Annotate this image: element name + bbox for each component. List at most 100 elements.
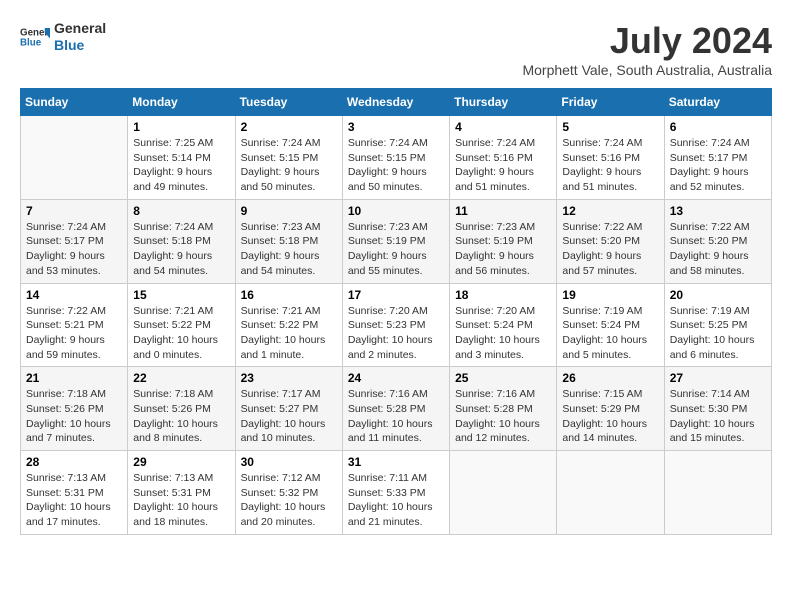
weekday-header: Tuesday [235,89,342,116]
location-subtitle: Morphett Vale, South Australia, Australi… [522,62,772,78]
day-info: Sunrise: 7:11 AMSunset: 5:33 PMDaylight:… [348,471,444,530]
calendar-cell: 27 Sunrise: 7:14 AMSunset: 5:30 PMDayligh… [664,367,771,451]
calendar-cell: 22Sunrise: 7:18 AMSunset: 5:26 PMDayligh… [128,367,235,451]
day-number: 18 [455,288,551,302]
weekday-header: Sunday [21,89,128,116]
weekday-header: Wednesday [342,89,449,116]
day-info: Sunrise: 7:25 AMSunset: 5:14 PMDaylight:… [133,136,229,195]
day-number: 9 [241,204,337,218]
calendar-cell: 28 Sunrise: 7:13 AMSunset: 5:31 PMDayligh… [21,451,128,535]
day-info: Sunrise: 7:12 AMSunset: 5:32 PMDaylight:… [241,471,337,530]
day-number: 11 [455,204,551,218]
calendar-week-row: 7 Sunrise: 7:24 AMSunset: 5:17 PMDaylight… [21,199,772,283]
day-info: Sunrise: 7:23 AMSunset: 5:19 PMDaylight:… [455,220,551,279]
svg-text:Blue: Blue [20,37,42,48]
calendar-cell: 16Sunrise: 7:21 AMSunset: 5:22 PMDayligh… [235,283,342,367]
calendar-cell: 2Sunrise: 7:24 AMSunset: 5:15 PMDaylight… [235,116,342,200]
logo-line2: Blue [54,37,106,54]
calendar-cell: 24Sunrise: 7:16 AMSunset: 5:28 PMDayligh… [342,367,449,451]
day-number: 6 [670,120,766,134]
calendar-cell [557,451,664,535]
calendar-cell: 30 Sunrise: 7:12 AMSunset: 5:32 PMDayligh… [235,451,342,535]
calendar-cell: 25Sunrise: 7:16 AMSunset: 5:28 PMDayligh… [450,367,557,451]
calendar-week-row: 28 Sunrise: 7:13 AMSunset: 5:31 PMDayligh… [21,451,772,535]
day-number: 27 [670,371,766,385]
day-number: 28 [26,455,122,469]
calendar-cell: 26Sunrise: 7:15 AMSunset: 5:29 PMDayligh… [557,367,664,451]
day-info: Sunrise: 7:16 AMSunset: 5:28 PMDaylight:… [348,387,444,446]
calendar-cell: 13Sunrise: 7:22 AMSunset: 5:20 PMDayligh… [664,199,771,283]
day-info: Sunrise: 7:22 AMSunset: 5:20 PMDaylight:… [670,220,766,279]
calendar-cell: 11 Sunrise: 7:23 AMSunset: 5:19 PMDayligh… [450,199,557,283]
calendar-cell [664,451,771,535]
day-info: Sunrise: 7:18 AMSunset: 5:26 PMDaylight:… [26,387,122,446]
day-info: Sunrise: 7:17 AMSunset: 5:27 PMDaylight:… [241,387,337,446]
calendar-cell: 20Sunrise: 7:19 AMSunset: 5:25 PMDayligh… [664,283,771,367]
day-number: 8 [133,204,229,218]
day-number: 16 [241,288,337,302]
calendar-cell: 29 Sunrise: 7:13 AMSunset: 5:31 PMDayligh… [128,451,235,535]
weekday-header-row: SundayMondayTuesdayWednesdayThursdayFrid… [21,89,772,116]
calendar-week-row: 14 Sunrise: 7:22 AMSunset: 5:21 PMDayligh… [21,283,772,367]
day-info: Sunrise: 7:23 AMSunset: 5:19 PMDaylight:… [348,220,444,279]
day-number: 2 [241,120,337,134]
day-info: Sunrise: 7:19 AMSunset: 5:24 PMDaylight:… [562,304,658,363]
day-number: 19 [562,288,658,302]
day-info: Sunrise: 7:21 AMSunset: 5:22 PMDaylight:… [133,304,229,363]
day-info: Sunrise: 7:16 AMSunset: 5:28 PMDaylight:… [455,387,551,446]
calendar-cell: 17 Sunrise: 7:20 AMSunset: 5:23 PMDayligh… [342,283,449,367]
calendar-table: SundayMondayTuesdayWednesdayThursdayFrid… [20,88,772,535]
calendar-cell: 3 Sunrise: 7:24 AMSunset: 5:15 PMDaylight… [342,116,449,200]
calendar-cell: 12Sunrise: 7:22 AMSunset: 5:20 PMDayligh… [557,199,664,283]
calendar-cell [450,451,557,535]
day-info: Sunrise: 7:13 AMSunset: 5:31 PMDaylight:… [133,471,229,530]
day-number: 23 [241,371,337,385]
logo: General Blue General Blue [20,20,106,54]
day-info: Sunrise: 7:24 AMSunset: 5:15 PMDaylight:… [348,136,444,195]
day-info: Sunrise: 7:14 AMSunset: 5:30 PMDaylight:… [670,387,766,446]
calendar-cell: 9 Sunrise: 7:23 AMSunset: 5:18 PMDaylight… [235,199,342,283]
day-info: Sunrise: 7:20 AMSunset: 5:23 PMDaylight:… [348,304,444,363]
calendar-cell: 4 Sunrise: 7:24 AMSunset: 5:16 PMDaylight… [450,116,557,200]
day-number: 4 [455,120,551,134]
day-info: Sunrise: 7:24 AMSunset: 5:16 PMDaylight:… [455,136,551,195]
calendar-cell: 14 Sunrise: 7:22 AMSunset: 5:21 PMDayligh… [21,283,128,367]
day-number: 14 [26,288,122,302]
day-info: Sunrise: 7:13 AMSunset: 5:31 PMDaylight:… [26,471,122,530]
month-title: July 2024 [522,20,772,62]
calendar-cell: 7 Sunrise: 7:24 AMSunset: 5:17 PMDaylight… [21,199,128,283]
day-number: 21 [26,371,122,385]
day-number: 1 [133,120,229,134]
calendar-cell: 18Sunrise: 7:20 AMSunset: 5:24 PMDayligh… [450,283,557,367]
day-number: 3 [348,120,444,134]
page-header: General Blue General Blue July 2024 Morp… [20,20,772,78]
day-number: 7 [26,204,122,218]
calendar-week-row: 1 Sunrise: 7:25 AMSunset: 5:14 PMDaylight… [21,116,772,200]
weekday-header: Saturday [664,89,771,116]
day-info: Sunrise: 7:23 AMSunset: 5:18 PMDaylight:… [241,220,337,279]
title-block: July 2024 Morphett Vale, South Australia… [522,20,772,78]
day-number: 20 [670,288,766,302]
calendar-cell [21,116,128,200]
day-number: 12 [562,204,658,218]
weekday-header: Friday [557,89,664,116]
logo-icon: General Blue [20,25,50,49]
weekday-header: Monday [128,89,235,116]
calendar-cell: 31 Sunrise: 7:11 AMSunset: 5:33 PMDayligh… [342,451,449,535]
day-number: 17 [348,288,444,302]
calendar-cell: 1 Sunrise: 7:25 AMSunset: 5:14 PMDaylight… [128,116,235,200]
day-number: 10 [348,204,444,218]
calendar-week-row: 21 Sunrise: 7:18 AMSunset: 5:26 PMDayligh… [21,367,772,451]
calendar-cell: 6Sunrise: 7:24 AMSunset: 5:17 PMDaylight… [664,116,771,200]
day-number: 26 [562,371,658,385]
day-info: Sunrise: 7:24 AMSunset: 5:17 PMDaylight:… [26,220,122,279]
day-number: 29 [133,455,229,469]
calendar-cell: 15Sunrise: 7:21 AMSunset: 5:22 PMDayligh… [128,283,235,367]
day-number: 31 [348,455,444,469]
calendar-cell: 19 Sunrise: 7:19 AMSunset: 5:24 PMDayligh… [557,283,664,367]
calendar-cell: 5Sunrise: 7:24 AMSunset: 5:16 PMDaylight… [557,116,664,200]
day-info: Sunrise: 7:24 AMSunset: 5:16 PMDaylight:… [562,136,658,195]
day-info: Sunrise: 7:22 AMSunset: 5:21 PMDaylight:… [26,304,122,363]
day-number: 30 [241,455,337,469]
day-info: Sunrise: 7:24 AMSunset: 5:18 PMDaylight:… [133,220,229,279]
